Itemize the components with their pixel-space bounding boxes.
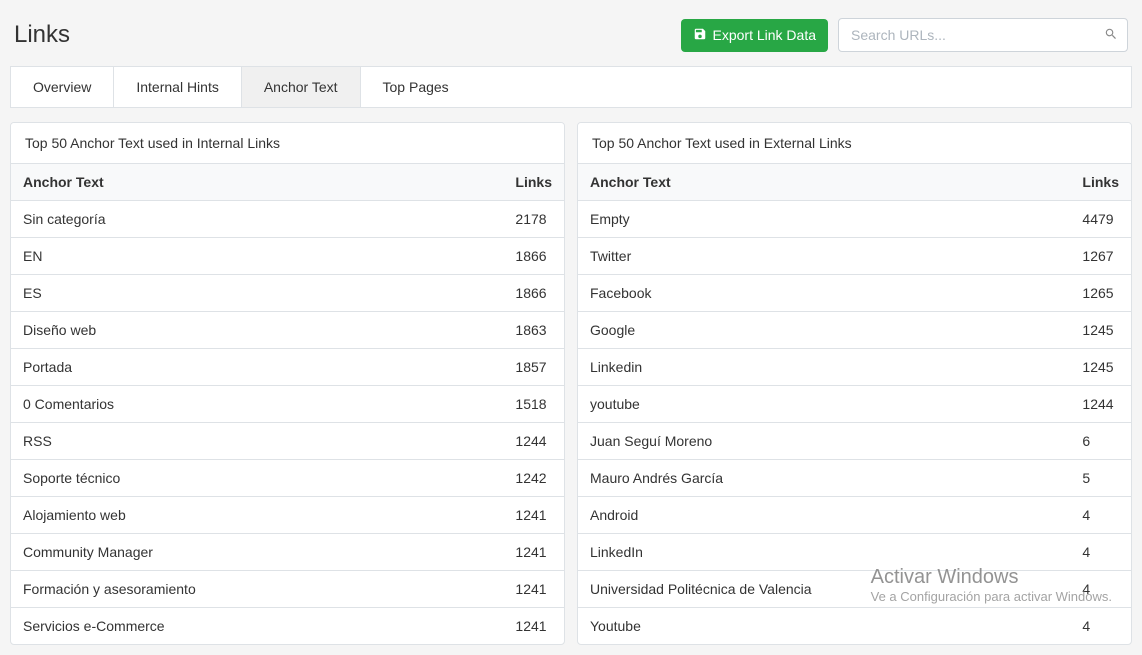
tab-anchor-text[interactable]: Anchor Text xyxy=(242,67,361,107)
anchor-text-cell: youtube xyxy=(578,386,1070,423)
anchor-text-cell: Empty xyxy=(578,201,1070,238)
external-card-title: Top 50 Anchor Text used in External Link… xyxy=(578,123,1131,164)
anchor-text-cell: Mauro Andrés García xyxy=(578,460,1070,497)
table-row[interactable]: Portada1857 xyxy=(11,349,564,386)
anchor-text-cell: Formación y asesoramiento xyxy=(11,571,503,608)
anchor-text-cell: Google xyxy=(578,312,1070,349)
anchor-text-cell: 0 Comentarios xyxy=(11,386,503,423)
external-table: Anchor Text Links Empty4479Twitter1267Fa… xyxy=(578,164,1131,644)
table-row[interactable]: Empty4479 xyxy=(578,201,1131,238)
links-count-cell: 1857 xyxy=(503,349,564,386)
table-row[interactable]: Linkedin1245 xyxy=(578,349,1131,386)
links-count-cell: 1241 xyxy=(503,497,564,534)
external-col-links[interactable]: Links xyxy=(1070,164,1131,201)
table-row[interactable]: LinkedIn4 xyxy=(578,534,1131,571)
table-row[interactable]: Juan Seguí Moreno6 xyxy=(578,423,1131,460)
table-row[interactable]: Diseño web1863 xyxy=(11,312,564,349)
anchor-text-cell: Soporte técnico xyxy=(11,460,503,497)
links-count-cell: 1241 xyxy=(503,571,564,608)
table-row[interactable]: 0 Comentarios1518 xyxy=(11,386,564,423)
header-controls: Export Link Data xyxy=(681,18,1129,52)
table-row[interactable]: Facebook1265 xyxy=(578,275,1131,312)
save-icon xyxy=(693,27,707,44)
content: Top 50 Anchor Text used in Internal Link… xyxy=(10,122,1132,645)
anchor-text-cell: Android xyxy=(578,497,1070,534)
links-count-cell: 4 xyxy=(1070,608,1131,645)
anchor-text-cell: EN xyxy=(11,238,503,275)
search-wrap xyxy=(838,18,1128,52)
links-count-cell: 4 xyxy=(1070,497,1131,534)
links-count-cell: 4 xyxy=(1070,534,1131,571)
search-input[interactable] xyxy=(838,18,1128,52)
anchor-text-cell: Portada xyxy=(11,349,503,386)
tab-internal-hints[interactable]: Internal Hints xyxy=(114,67,241,107)
links-page: Links Export Link Data Overview Internal… xyxy=(0,0,1142,655)
links-count-cell: 2178 xyxy=(503,201,564,238)
anchor-text-cell: ES xyxy=(11,275,503,312)
table-row[interactable]: ES1866 xyxy=(11,275,564,312)
links-count-cell: 1241 xyxy=(503,608,564,645)
tabs: Overview Internal Hints Anchor Text Top … xyxy=(10,66,1132,108)
internal-card-title: Top 50 Anchor Text used in Internal Link… xyxy=(11,123,564,164)
table-row[interactable]: RSS1244 xyxy=(11,423,564,460)
table-row[interactable]: Soporte técnico1242 xyxy=(11,460,564,497)
links-count-cell: 1242 xyxy=(503,460,564,497)
anchor-text-cell: Community Manager xyxy=(11,534,503,571)
links-count-cell: 1244 xyxy=(503,423,564,460)
table-row[interactable]: Alojamiento web1241 xyxy=(11,497,564,534)
links-count-cell: 1866 xyxy=(503,238,564,275)
internal-col-anchor[interactable]: Anchor Text xyxy=(11,164,503,201)
tab-overview[interactable]: Overview xyxy=(11,67,114,107)
anchor-text-cell: RSS xyxy=(11,423,503,460)
links-count-cell: 4 xyxy=(1070,571,1131,608)
page-header: Links Export Link Data xyxy=(10,10,1132,66)
tab-top-pages[interactable]: Top Pages xyxy=(361,67,471,107)
anchor-text-cell: Alojamiento web xyxy=(11,497,503,534)
anchor-text-cell: Sin categoría xyxy=(11,201,503,238)
links-count-cell: 5 xyxy=(1070,460,1131,497)
export-link-data-button[interactable]: Export Link Data xyxy=(681,19,829,52)
table-row[interactable]: Universidad Politécnica de Valencia4 xyxy=(578,571,1131,608)
table-row[interactable]: Community Manager1241 xyxy=(11,534,564,571)
table-row[interactable]: youtube1244 xyxy=(578,386,1131,423)
page-title: Links xyxy=(14,21,70,49)
anchor-text-cell: Servicios e-Commerce xyxy=(11,608,503,645)
anchor-text-cell: Twitter xyxy=(578,238,1070,275)
table-row[interactable]: Mauro Andrés García5 xyxy=(578,460,1131,497)
anchor-text-cell: LinkedIn xyxy=(578,534,1070,571)
links-count-cell: 1863 xyxy=(503,312,564,349)
table-row[interactable]: Android4 xyxy=(578,497,1131,534)
table-row[interactable]: EN1866 xyxy=(11,238,564,275)
table-row[interactable]: Formación y asesoramiento1241 xyxy=(11,571,564,608)
links-count-cell: 1245 xyxy=(1070,349,1131,386)
links-count-cell: 1265 xyxy=(1070,275,1131,312)
anchor-text-cell: Youtube xyxy=(578,608,1070,645)
links-count-cell: 1518 xyxy=(503,386,564,423)
table-row[interactable]: Servicios e-Commerce1241 xyxy=(11,608,564,645)
export-button-label: Export Link Data xyxy=(713,27,817,43)
links-count-cell: 1866 xyxy=(503,275,564,312)
internal-col-links[interactable]: Links xyxy=(503,164,564,201)
internal-links-card: Top 50 Anchor Text used in Internal Link… xyxy=(10,122,565,645)
anchor-text-cell: Facebook xyxy=(578,275,1070,312)
links-count-cell: 6 xyxy=(1070,423,1131,460)
links-count-cell: 1244 xyxy=(1070,386,1131,423)
links-count-cell: 1241 xyxy=(503,534,564,571)
links-count-cell: 1267 xyxy=(1070,238,1131,275)
anchor-text-cell: Juan Seguí Moreno xyxy=(578,423,1070,460)
table-row[interactable]: Sin categoría2178 xyxy=(11,201,564,238)
anchor-text-cell: Universidad Politécnica de Valencia xyxy=(578,571,1070,608)
internal-table: Anchor Text Links Sin categoría2178EN186… xyxy=(11,164,564,644)
external-col-anchor[interactable]: Anchor Text xyxy=(578,164,1070,201)
anchor-text-cell: Linkedin xyxy=(578,349,1070,386)
table-row[interactable]: Youtube4 xyxy=(578,608,1131,645)
external-links-card: Top 50 Anchor Text used in External Link… xyxy=(577,122,1132,645)
table-row[interactable]: Twitter1267 xyxy=(578,238,1131,275)
table-row[interactable]: Google1245 xyxy=(578,312,1131,349)
links-count-cell: 1245 xyxy=(1070,312,1131,349)
links-count-cell: 4479 xyxy=(1070,201,1131,238)
anchor-text-cell: Diseño web xyxy=(11,312,503,349)
